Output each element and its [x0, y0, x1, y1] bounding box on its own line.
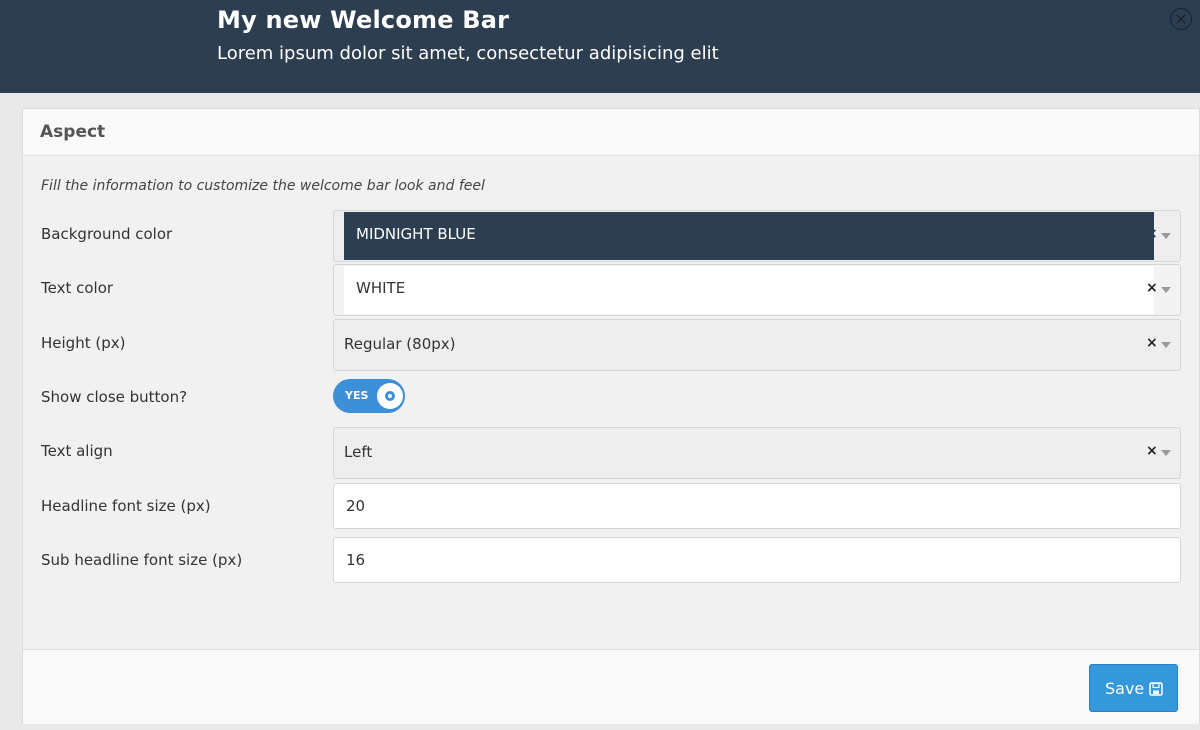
chevron-down-icon[interactable] [1161, 287, 1171, 293]
close-icon[interactable] [1170, 8, 1192, 30]
height-label: Height (px) [41, 334, 126, 352]
welcome-bar-headline: My new Welcome Bar [217, 6, 510, 34]
background-color-label: Background color [41, 225, 173, 243]
panel-footer: Save [23, 649, 1199, 724]
aspect-panel: Aspect Fill the information to customize… [22, 108, 1200, 724]
text-color-label: Text color [41, 279, 114, 297]
welcome-bar-sub-headline: Lorem ipsum dolor sit amet, consectetur … [217, 43, 719, 64]
floppy-disk-icon [1149, 681, 1163, 700]
clear-icon[interactable]: × [1146, 226, 1158, 242]
panel-title: Aspect [40, 122, 106, 142]
text-align-label: Text align [41, 442, 113, 460]
text-color-value: WHITE [356, 279, 406, 297]
height-select[interactable]: Regular (80px) × [333, 319, 1181, 371]
chevron-down-icon[interactable] [1161, 233, 1171, 239]
save-button-label: Save [1105, 679, 1145, 698]
panel-header: Aspect [23, 109, 1199, 156]
headline-font-size-input[interactable] [333, 483, 1181, 529]
headline-font-size-label: Headline font size (px) [41, 497, 211, 515]
text-align-value: Left [344, 443, 373, 461]
text-color-swatch: WHITE [344, 266, 1154, 314]
toggle-state-text: YES [345, 389, 369, 402]
show-close-button-toggle[interactable]: YES [333, 379, 405, 413]
chevron-down-icon[interactable] [1161, 342, 1171, 348]
clear-icon[interactable]: × [1146, 280, 1158, 296]
height-value: Regular (80px) [344, 335, 456, 353]
panel-intro-text: Fill the information to customize the we… [41, 178, 485, 194]
save-button[interactable]: Save [1089, 664, 1178, 712]
toggle-knob [377, 383, 403, 409]
background-color-select[interactable]: MIDNIGHT BLUE × [333, 210, 1181, 262]
background-color-value: MIDNIGHT BLUE [356, 225, 476, 243]
chevron-down-icon[interactable] [1161, 450, 1171, 456]
welcome-bar-preview: My new Welcome Bar Lorem ipsum dolor sit… [0, 0, 1200, 93]
text-align-select[interactable]: Left × [333, 427, 1181, 479]
background-color-swatch: MIDNIGHT BLUE [344, 212, 1154, 260]
text-color-select[interactable]: WHITE × [333, 264, 1181, 316]
clear-icon[interactable]: × [1146, 443, 1158, 459]
sub-headline-font-size-input[interactable] [333, 537, 1181, 583]
sub-headline-font-size-label: Sub headline font size (px) [41, 551, 243, 569]
clear-icon[interactable]: × [1146, 335, 1158, 351]
show-close-button-label: Show close button? [41, 388, 188, 406]
